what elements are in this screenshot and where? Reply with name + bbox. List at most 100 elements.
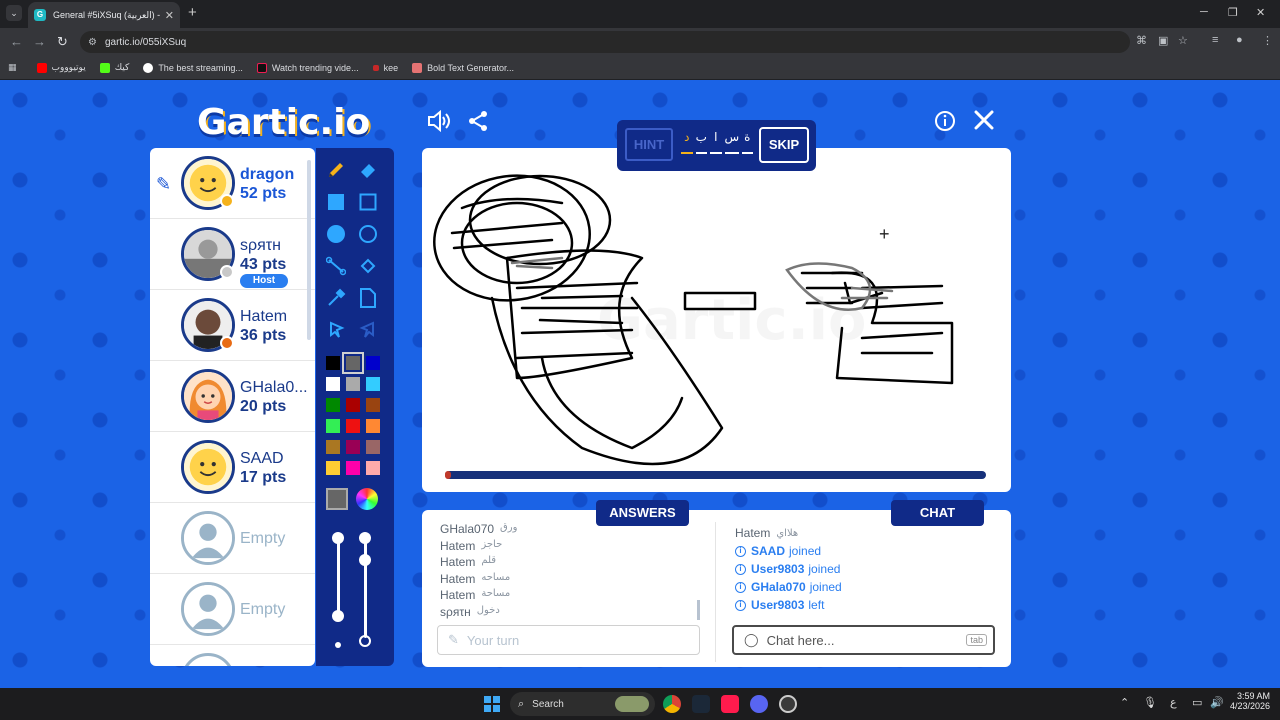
host-badge-label: Host: [252, 275, 276, 286]
color-swatch[interactable]: [366, 440, 380, 454]
player-row[interactable]: GHala0... 20 pts: [150, 361, 315, 432]
microphone-icon[interactable]: 🎙: [1143, 696, 1157, 709]
bookmark-label: يوتيوووب: [51, 62, 86, 72]
bookmark-item[interactable]: The best streaming...: [143, 62, 243, 73]
color-swatch[interactable]: [346, 440, 360, 454]
info-icon[interactable]: [934, 110, 956, 136]
windows-start-icon[interactable]: [484, 696, 500, 712]
minimize-icon[interactable]: ─: [1200, 6, 1208, 18]
taskbar-search[interactable]: ⌕ Search: [510, 692, 655, 716]
color-swatch[interactable]: [326, 377, 340, 391]
tray-chevron-icon[interactable]: ⌃: [1120, 696, 1129, 709]
adobe-icon[interactable]: [721, 695, 739, 713]
pencil-tool-icon[interactable]: [324, 158, 348, 182]
color-swatch-selected[interactable]: [342, 352, 364, 374]
opacity-knob[interactable]: [359, 554, 371, 566]
opacity-slider[interactable]: [364, 538, 367, 638]
circle-outline-tool-icon[interactable]: [356, 222, 380, 246]
answer-input[interactable]: ✎ Your turn: [437, 625, 700, 655]
brush-size-max-knob[interactable]: [332, 532, 344, 544]
restore-icon[interactable]: ❐: [1228, 6, 1238, 19]
player-row[interactable]: ѕρяτн 43 pts Host: [150, 219, 315, 290]
bookmark-item[interactable]: كيك: [99, 62, 129, 73]
filled-circle-tool-icon[interactable]: [324, 222, 348, 246]
filled-rect-tool-icon[interactable]: [324, 190, 348, 214]
input-language[interactable]: ع: [1170, 696, 1177, 709]
exit-icon[interactable]: [973, 109, 995, 135]
color-swatch[interactable]: [366, 419, 380, 433]
bookmark-item[interactable]: Bold Text Generator...: [412, 62, 514, 73]
rect-outline-tool-icon[interactable]: [356, 190, 380, 214]
translate-icon[interactable]: ⌘: [1136, 34, 1147, 47]
address-bar[interactable]: ⚙ gartic.io/055iXSuq: [80, 31, 1130, 53]
color-swatch[interactable]: [346, 377, 360, 391]
back-icon[interactable]: ←: [10, 34, 23, 49]
chat-system-message: joined: [789, 544, 822, 558]
redo-tool-icon[interactable]: [356, 318, 380, 342]
color-swatch[interactable]: [366, 377, 380, 391]
bookmark-star-icon[interactable]: ☆: [1178, 34, 1188, 47]
share-icon[interactable]: [467, 110, 489, 136]
menu-icon[interactable]: ⋮: [1262, 34, 1273, 47]
bookmark-item[interactable]: kee: [372, 63, 398, 73]
apps-grid-icon[interactable]: ▦: [8, 62, 17, 73]
color-swatch[interactable]: [326, 440, 340, 454]
word-letter: ة: [741, 130, 753, 154]
answers-scrollbar[interactable]: [697, 600, 700, 620]
chat-tab[interactable]: CHAT: [891, 500, 984, 526]
forward-icon[interactable]: →: [33, 34, 46, 49]
new-tab-icon[interactable]: +: [188, 4, 197, 21]
profile-avatar-icon[interactable]: ●: [1236, 34, 1243, 46]
taskbar-clock[interactable]: 3:59 AM 4/23/2026: [1228, 691, 1270, 711]
skip-button[interactable]: SKIP: [759, 127, 809, 163]
player-row[interactable]: SAAD 17 pts: [150, 432, 315, 503]
color-swatch[interactable]: [366, 356, 380, 370]
status-dot: [220, 265, 234, 279]
color-swatch[interactable]: [326, 356, 340, 370]
brush-size-knob[interactable]: [332, 610, 344, 622]
color-swatch[interactable]: [346, 461, 360, 475]
cast-icon[interactable]: ▣: [1158, 34, 1168, 47]
chat-input[interactable]: ◯ Chat here... tab: [732, 625, 995, 655]
volume-icon[interactable]: 🔊: [1210, 696, 1224, 709]
sound-icon[interactable]: [427, 109, 451, 136]
brush-size-slider[interactable]: [337, 538, 340, 618]
network-icon[interactable]: ▭: [1192, 696, 1202, 709]
color-swatch[interactable]: [346, 398, 360, 412]
players-scrollbar[interactable]: [307, 160, 311, 340]
opacity-max-knob[interactable]: [359, 532, 371, 544]
fill-bucket-tool-icon[interactable]: [356, 254, 380, 278]
player-row[interactable]: Hatem 36 pts: [150, 290, 315, 361]
reading-list-icon[interactable]: ≡: [1212, 34, 1218, 46]
hint-button[interactable]: HINT: [625, 128, 673, 161]
drawing-canvas[interactable]: Gartic.io: [422, 148, 1011, 492]
answer-user: ѕρяτн: [440, 604, 471, 619]
new-page-tool-icon[interactable]: [356, 286, 380, 310]
eyedropper-tool-icon[interactable]: [324, 286, 348, 310]
browser-tab-active[interactable]: G General #5iXSuq (العربية) - Gartic ✕: [28, 2, 180, 28]
bookmark-item[interactable]: Watch trending vide...: [256, 62, 359, 73]
chat-system-message: left: [808, 598, 825, 612]
undo-tool-icon[interactable]: [324, 318, 348, 342]
color-swatch[interactable]: [326, 461, 340, 475]
info-icon: i: [735, 599, 746, 611]
app-icon[interactable]: [779, 695, 797, 713]
site-info-icon[interactable]: ⚙: [88, 37, 97, 48]
color-swatch[interactable]: [366, 461, 380, 475]
color-picker-wheel-icon[interactable]: [356, 488, 378, 510]
window-close-icon[interactable]: ✕: [1256, 6, 1265, 19]
color-swatch[interactable]: [346, 419, 360, 433]
color-swatch[interactable]: [326, 398, 340, 412]
bookmark-item[interactable]: يوتيوووب: [36, 62, 86, 73]
steam-icon[interactable]: [692, 695, 710, 713]
tab-search-icon[interactable]: ⌄: [6, 5, 22, 21]
chrome-icon[interactable]: [663, 695, 681, 713]
discord-icon[interactable]: [750, 695, 768, 713]
color-swatch[interactable]: [326, 419, 340, 433]
reload-icon[interactable]: ↻: [57, 34, 68, 50]
color-swatch[interactable]: [366, 398, 380, 412]
line-tool-icon[interactable]: [324, 254, 348, 278]
eraser-tool-icon[interactable]: [356, 158, 380, 182]
player-row[interactable]: ✎ dragon 52 pts: [150, 148, 315, 219]
close-tab-icon[interactable]: ✕: [165, 9, 174, 22]
